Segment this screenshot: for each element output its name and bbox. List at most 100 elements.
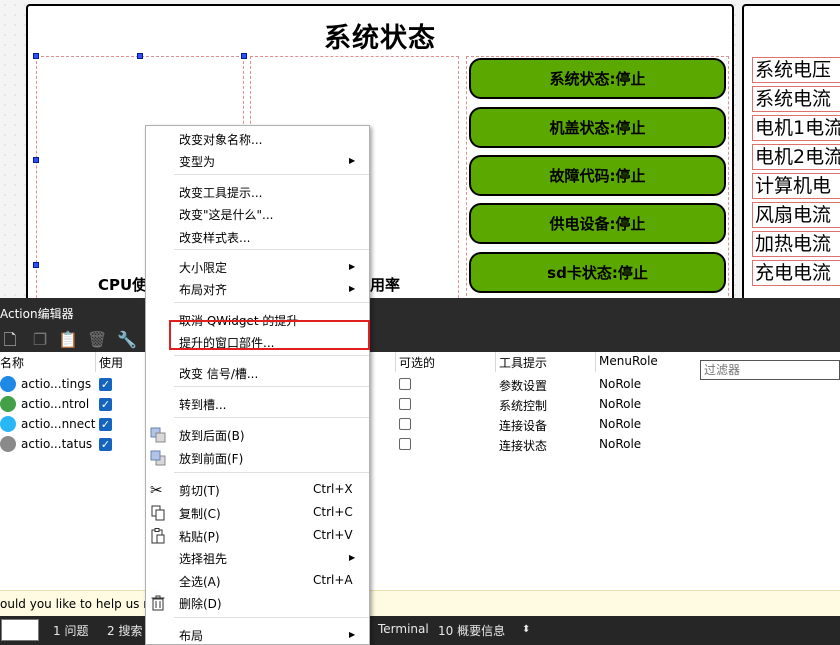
selection-handle[interactable] xyxy=(33,53,39,59)
column-header-tooltip[interactable]: 工具提示 xyxy=(499,354,547,371)
column-header-menurole[interactable]: MenuRole xyxy=(599,354,658,368)
paste-shortcut: Ctrl+V xyxy=(313,528,353,542)
used-checkbox[interactable]: ✓ xyxy=(99,438,112,451)
configure-action-icon[interactable]: 🔧 xyxy=(117,330,137,350)
table-row[interactable]: actio...tatus ✓ 连接状态 NoRole xyxy=(0,434,840,454)
highlight-annotation-box xyxy=(169,320,370,350)
issues-tab[interactable]: 1 问题 xyxy=(53,622,88,639)
select-all-shortcut: Ctrl+A xyxy=(313,573,353,587)
new-action-icon[interactable]: 🗋 xyxy=(0,330,20,350)
connect-icon xyxy=(0,416,16,432)
up-down-arrows-icon[interactable]: ⬍ xyxy=(522,624,530,635)
tooltip-cell: 连接状态 xyxy=(499,439,548,453)
checkable-checkbox[interactable] xyxy=(399,378,411,390)
selection-handle[interactable] xyxy=(241,53,247,59)
checkable-checkbox[interactable] xyxy=(399,398,411,410)
action-editor: Action编辑器 🗋 ❐ 📋 🗑 🔧 名称 使用 可选的 工具提示 MenuR… xyxy=(0,298,840,616)
checkable-checkbox[interactable] xyxy=(399,418,411,430)
paste-action-icon[interactable]: 📋 xyxy=(58,330,78,350)
menu-item-change-signals-slots[interactable]: 改变 信号/槽... xyxy=(179,365,258,382)
menu-item-morph-into[interactable]: 变型为 xyxy=(179,153,215,170)
submenu-arrow-icon: ▶ xyxy=(349,262,356,271)
menu-item-go-to-slot[interactable]: 转到槽... xyxy=(179,396,226,413)
delete-action-icon[interactable]: 🗑 xyxy=(87,330,107,350)
status-panel[interactable]: 系统状态 CPU使 用率 系统状态:停止 机盖状态:停止 故障代码:停止 供电设… xyxy=(26,4,734,298)
menu-item-cut[interactable]: 剪切(T) xyxy=(179,482,220,499)
designer-canvas[interactable]: 系统状态 CPU使 用率 系统状态:停止 机盖状态:停止 故障代码:停止 供电设… xyxy=(0,0,840,298)
used-checkbox[interactable]: ✓ xyxy=(99,418,112,431)
column-separator xyxy=(495,352,496,372)
column-header-name[interactable]: 名称 xyxy=(0,354,24,371)
menurole-cell: NoRole xyxy=(599,397,642,411)
metrics-panel[interactable]: 系统电压 系统电流 电机1电流 电机2电流 计算机电 风扇电流 加热电流 充电电… xyxy=(742,4,840,298)
menu-separator xyxy=(174,472,369,473)
tooltip-cell: 系统控制 xyxy=(499,399,548,413)
action-name: actio...tatus xyxy=(21,437,93,451)
menu-separator xyxy=(174,174,369,175)
menu-separator xyxy=(174,355,369,356)
table-row[interactable]: actio...tings ✓ 参数设置 NoRole xyxy=(0,374,840,394)
menu-item-change-stylesheet[interactable]: 改变样式表... xyxy=(179,229,250,246)
submenu-arrow-icon: ▶ xyxy=(349,156,356,165)
table-row[interactable]: actio...nnect ✓ 连接设备 NoRole xyxy=(0,414,840,434)
menu-item-select-all[interactable]: 全选(A) xyxy=(179,573,221,590)
submenu-arrow-icon: ▶ xyxy=(349,553,356,562)
fault-code-button[interactable]: 故障代码:停止 xyxy=(469,155,726,196)
feedback-hint-text: ould you like to help us n xyxy=(0,597,151,611)
menu-item-copy[interactable]: 复制(C) xyxy=(179,505,221,522)
action-editor-toolbar: 🗋 ❐ 📋 🗑 🔧 xyxy=(0,328,840,380)
menu-item-select-ancestor[interactable]: 选择祖先 xyxy=(179,550,227,567)
menu-item-layout[interactable]: 布局 xyxy=(179,627,203,644)
checkable-checkbox[interactable] xyxy=(399,438,411,450)
action-name: actio...tings xyxy=(21,377,92,391)
menurole-cell: NoRole xyxy=(599,417,642,431)
used-checkbox[interactable]: ✓ xyxy=(99,378,112,391)
link-icon xyxy=(0,436,16,452)
submenu-arrow-icon: ▶ xyxy=(349,630,356,639)
copy-shortcut: Ctrl+C xyxy=(313,505,353,519)
general-messages-tab[interactable]: 10 概要信息 xyxy=(438,622,505,639)
scissors-icon: ✂ xyxy=(150,481,163,499)
menu-separator xyxy=(174,302,369,303)
menu-item-bring-to-front[interactable]: 放到前面(F) xyxy=(179,450,243,467)
menu-item-size-constraints[interactable]: 大小限定 xyxy=(179,259,227,276)
table-row[interactable]: actio...ntrol ✓ 系统控制 NoRole xyxy=(0,394,840,414)
menu-separator xyxy=(174,417,369,418)
output-panes-bar: 1 问题 2 搜索 Terminal 10 概要信息 ⬍ xyxy=(0,616,840,645)
action-editor-title: Action编辑器 xyxy=(0,307,74,321)
system-status-button[interactable]: 系统状态:停止 xyxy=(469,58,726,99)
selection-handle[interactable] xyxy=(33,157,39,163)
menu-item-delete[interactable]: 删除(D) xyxy=(179,595,222,612)
used-checkbox[interactable]: ✓ xyxy=(99,398,112,411)
terminal-tab[interactable]: Terminal xyxy=(378,622,429,636)
selection-handle[interactable] xyxy=(33,262,39,268)
menu-item-change-object-name[interactable]: 改变对象名称... xyxy=(179,131,262,148)
selection-handle[interactable] xyxy=(137,53,143,59)
menu-item-layout-alignment[interactable]: 布局对齐 xyxy=(179,281,227,298)
panel-title: 系统状态 xyxy=(324,23,436,54)
menu-item-change-tooltip[interactable]: 改变工具提示... xyxy=(179,184,262,201)
menu-item-send-to-back[interactable]: 放到后面(B) xyxy=(179,427,245,444)
cut-shortcut: Ctrl+X xyxy=(313,482,353,496)
column-header-used[interactable]: 使用 xyxy=(99,354,123,371)
action-name: actio...nnect xyxy=(21,417,96,431)
metric-label: 充电电流 xyxy=(752,260,840,286)
search-results-tab[interactable]: 2 搜索 xyxy=(107,622,142,639)
metric-label: 系统电流 xyxy=(752,86,840,112)
copy-action-icon[interactable]: ❐ xyxy=(30,330,50,350)
cover-status-button[interactable]: 机盖状态:停止 xyxy=(469,107,726,148)
trash-icon xyxy=(150,595,166,611)
gauge-label: 用率 xyxy=(370,276,401,294)
metric-label: 计算机电 xyxy=(752,173,840,199)
column-header-checkable[interactable]: 可选的 xyxy=(399,354,435,371)
metric-label: 系统电压 xyxy=(752,57,840,83)
column-separator xyxy=(395,352,396,372)
submenu-arrow-icon: ▶ xyxy=(349,284,356,293)
menu-item-paste[interactable]: 粘贴(P) xyxy=(179,528,220,545)
menu-separator xyxy=(174,386,369,387)
locator-input[interactable] xyxy=(1,619,39,641)
menu-item-change-whats-this[interactable]: 改变"这是什么"... xyxy=(179,206,273,223)
sd-card-status-button[interactable]: sd卡状态:停止 xyxy=(469,252,726,293)
feedback-hint-bar: ould you like to help us n xyxy=(0,590,840,616)
power-supply-button[interactable]: 供电设备:停止 xyxy=(469,203,726,244)
